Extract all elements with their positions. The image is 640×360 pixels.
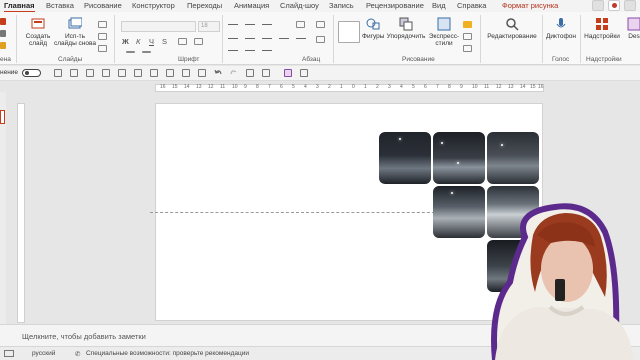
group-voice: Голос bbox=[552, 56, 570, 63]
designer-icon bbox=[627, 17, 640, 31]
group-font: Шрифт bbox=[178, 56, 200, 63]
qat-icon-3[interactable] bbox=[86, 69, 94, 77]
underline-button[interactable]: Ч bbox=[149, 37, 154, 46]
group-paragraph: Абзац bbox=[302, 56, 321, 63]
save-icon[interactable] bbox=[284, 69, 292, 77]
tab-slideshow[interactable]: Слайд-шоу bbox=[280, 1, 319, 10]
webcam-presenter-image bbox=[491, 203, 633, 360]
language-label[interactable]: русский bbox=[32, 350, 55, 357]
qat-icon-8[interactable] bbox=[166, 69, 174, 77]
photo-tile[interactable] bbox=[433, 132, 485, 184]
tab-view[interactable]: Вид bbox=[432, 1, 446, 10]
slide-thumbnail-selected[interactable] bbox=[0, 110, 5, 124]
tab-record[interactable]: Запись bbox=[329, 1, 354, 10]
record-icon[interactable] bbox=[608, 0, 620, 11]
shapes-icon bbox=[366, 18, 380, 30]
notes-placeholder: Щелкните, чтобы добавить заметки bbox=[22, 332, 146, 341]
shape-effects-icon[interactable] bbox=[463, 45, 472, 52]
qat-icon-5[interactable] bbox=[118, 69, 126, 77]
group-drawing: Рисование bbox=[402, 56, 435, 63]
qat-icon-13[interactable] bbox=[300, 69, 308, 77]
ribbon-home: ена Создать слайд Исп-ть слайды снова Сл… bbox=[0, 12, 640, 65]
tab-transitions[interactable]: Переходы bbox=[187, 1, 222, 10]
tab-home[interactable]: Главная bbox=[4, 1, 35, 13]
qat-icon-12[interactable] bbox=[262, 69, 270, 77]
text-direction-icon[interactable] bbox=[296, 21, 305, 28]
tab-help[interactable]: Справка bbox=[457, 1, 486, 10]
tab-draw[interactable]: Рисование bbox=[84, 1, 122, 10]
new-slide-icon bbox=[31, 18, 45, 29]
photo-tile[interactable] bbox=[379, 132, 431, 184]
tab-animations[interactable]: Анимация bbox=[234, 1, 269, 10]
group-clipboard: ена bbox=[0, 56, 11, 63]
shapes-button[interactable]: Фигуры bbox=[362, 17, 384, 40]
layout-icon[interactable] bbox=[98, 21, 107, 28]
accessibility-icon: ✆ bbox=[75, 351, 81, 358]
strikethrough-button[interactable]: S bbox=[162, 37, 167, 46]
qat-icon-4[interactable] bbox=[102, 69, 110, 77]
microphone-icon bbox=[556, 18, 566, 28]
comments-icon[interactable] bbox=[592, 0, 604, 11]
reuse-slides-icon bbox=[68, 17, 82, 29]
editing-button[interactable]: Редактирование bbox=[484, 17, 540, 40]
share-icon[interactable] bbox=[624, 0, 636, 11]
qat-icon-2[interactable] bbox=[70, 69, 78, 77]
arrange-button[interactable]: Упорядочить bbox=[386, 17, 426, 40]
tab-insert[interactable]: Вставка bbox=[46, 1, 74, 10]
addins-icon bbox=[596, 18, 608, 30]
bold-button[interactable]: Ж bbox=[122, 37, 129, 46]
font-size-dropdown[interactable]: 18 bbox=[198, 21, 220, 32]
horizontal-ruler: 16 15 14 13 12 11 10 9 8 7 6 5 4 3 2 1 0… bbox=[155, 84, 544, 92]
language-icon bbox=[4, 350, 14, 357]
redo-icon[interactable] bbox=[230, 69, 238, 77]
quick-access-toolbar: нение bbox=[0, 66, 640, 81]
char-spacing-icon[interactable] bbox=[178, 38, 187, 45]
smartart-icon[interactable] bbox=[316, 36, 325, 43]
accessibility-status[interactable]: Специальные возможности: проверьте реком… bbox=[86, 350, 249, 357]
addins-button[interactable]: Надстройки bbox=[583, 17, 621, 40]
qat-icon-1[interactable] bbox=[54, 69, 62, 77]
tab-picture-format[interactable]: Формат рисунка bbox=[502, 1, 558, 10]
designer-button[interactable]: Des bbox=[627, 17, 640, 40]
group-slides: Слайды bbox=[58, 56, 83, 63]
autosave-label: нение bbox=[0, 69, 19, 76]
shape-outline-icon[interactable] bbox=[463, 33, 472, 40]
quick-styles-button[interactable]: Экспресс- стили bbox=[428, 17, 460, 47]
arrange-icon bbox=[399, 17, 413, 31]
qat-icon-9[interactable] bbox=[182, 69, 190, 77]
shapes-gallery[interactable] bbox=[338, 21, 360, 43]
highlight-icon[interactable] bbox=[126, 51, 135, 53]
search-icon bbox=[506, 18, 519, 31]
ribbon-tabs: Главная Вставка Рисование Конструктор Пе… bbox=[0, 0, 640, 13]
font-color-icon[interactable] bbox=[142, 51, 151, 53]
section-icon[interactable] bbox=[98, 45, 107, 52]
undo-icon[interactable] bbox=[214, 69, 222, 77]
tab-review[interactable]: Рецензирование bbox=[366, 1, 424, 10]
reset-icon[interactable] bbox=[98, 33, 107, 40]
photo-tile[interactable] bbox=[487, 132, 539, 184]
qat-icon-6[interactable] bbox=[134, 69, 142, 77]
change-case-icon[interactable] bbox=[194, 38, 203, 45]
qat-icon-11[interactable] bbox=[246, 69, 254, 77]
dictate-button[interactable]: Диктофон bbox=[544, 17, 578, 40]
shape-fill-icon[interactable] bbox=[463, 21, 472, 28]
reuse-slides-button[interactable]: Исп-ть слайды снова bbox=[54, 17, 96, 47]
copy-icon[interactable] bbox=[0, 30, 6, 37]
slide-thumbnails-pane bbox=[0, 92, 6, 324]
quick-styles-icon bbox=[437, 17, 451, 31]
tab-design[interactable]: Конструктор bbox=[132, 1, 175, 10]
align-text-icon[interactable] bbox=[316, 21, 325, 28]
autosave-toggle[interactable] bbox=[22, 69, 41, 77]
italic-button[interactable]: К bbox=[136, 37, 140, 46]
new-slide-button[interactable]: Создать слайд bbox=[24, 17, 52, 47]
group-addins: Надстройки bbox=[586, 56, 622, 63]
vertical-ruler bbox=[17, 103, 25, 323]
cut-icon[interactable] bbox=[0, 18, 6, 25]
qat-icon-7[interactable] bbox=[150, 69, 158, 77]
font-name-dropdown[interactable] bbox=[121, 21, 196, 32]
format-painter-icon[interactable] bbox=[0, 42, 6, 49]
qat-icon-10[interactable] bbox=[198, 69, 206, 77]
smart-guide-line bbox=[150, 212, 450, 213]
